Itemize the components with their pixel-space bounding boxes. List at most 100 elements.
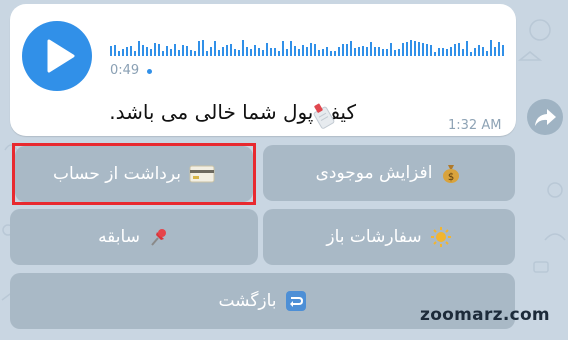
waveform-bar [422, 43, 424, 56]
waveform-bar [242, 40, 244, 56]
waveform-bar [402, 43, 404, 56]
waveform-bar [398, 49, 400, 56]
voice-duration-text: 0:49 [110, 63, 140, 78]
svg-text:$: $ [448, 172, 454, 183]
voice-waveform[interactable] [110, 38, 506, 58]
voice-duration: 0:49 [110, 62, 153, 80]
waveform-bar [286, 49, 288, 56]
waveform-bar [494, 47, 496, 56]
waveform-bar [430, 45, 432, 56]
waveform-bar [298, 49, 300, 56]
back-label: بازگشت [218, 291, 277, 311]
waveform-bar [466, 41, 468, 56]
waveform-bar [442, 48, 444, 56]
pushpin-memo-icon [313, 103, 335, 129]
waveform-bar [230, 44, 232, 56]
waveform-bar [322, 49, 324, 56]
waveform-bar [250, 49, 252, 56]
waveform-bar [326, 47, 328, 56]
waveform-bar [434, 52, 436, 56]
waveform-bar [130, 46, 132, 56]
waveform-bar [386, 49, 388, 56]
waveform-bar [194, 51, 196, 56]
waveform-bar [278, 51, 280, 56]
waveform-bar [178, 50, 180, 56]
waveform-bar [126, 47, 128, 56]
waveform-bar [186, 46, 188, 56]
waveform-bar [438, 48, 440, 56]
voice-play-button[interactable] [22, 21, 92, 91]
waveform-bar [330, 51, 332, 56]
watermark: zoomarz.com [420, 305, 550, 325]
waveform-bar [246, 47, 248, 56]
waveform-bar [294, 46, 296, 56]
waveform-bar [262, 50, 264, 56]
waveform-bar [470, 52, 472, 56]
waveform-bar [170, 49, 172, 56]
return-arrow-icon [285, 290, 307, 312]
waveform-bar [334, 51, 336, 56]
waveform-bar [458, 43, 460, 56]
waveform-bar [338, 47, 340, 56]
waveform-bar [354, 48, 356, 56]
waveform-bar [258, 48, 260, 56]
deposit-button[interactable]: $ افزایش موجودی [263, 145, 515, 201]
waveform-bar [270, 48, 272, 56]
waveform-bar [406, 42, 408, 56]
waveform-bar [234, 49, 236, 56]
waveform-bar [350, 41, 352, 56]
waveform-bar [394, 50, 396, 56]
message-bubble: 0:49 کیف پول شما خالی می باشد. 1:32 AM [10, 4, 516, 136]
waveform-bar [218, 50, 220, 56]
waveform-bar [378, 47, 380, 56]
waveform-bar [486, 51, 488, 56]
waveform-bar [450, 47, 452, 56]
waveform-bar [302, 45, 304, 56]
waveform-bar [454, 44, 456, 56]
waveform-bar [158, 44, 160, 56]
waveform-bar [110, 46, 112, 56]
waveform-bar [382, 49, 384, 56]
message-timestamp: 1:32 AM [448, 118, 502, 133]
pushpin-icon [148, 226, 170, 248]
waveform-bar [374, 47, 376, 56]
waveform-bar [414, 41, 416, 56]
waveform-bar [198, 41, 200, 56]
waveform-bar [410, 40, 412, 56]
waveform-bar [370, 42, 372, 56]
share-button[interactable] [527, 99, 563, 135]
waveform-bar [174, 44, 176, 56]
waveform-bar [446, 49, 448, 56]
history-button[interactable]: سابقه [10, 209, 258, 265]
waveform-bar [318, 50, 320, 56]
waveform-bar [390, 43, 392, 56]
sun-icon [430, 226, 452, 248]
waveform-bar [478, 45, 480, 56]
waveform-bar [226, 45, 228, 56]
share-arrow-icon [535, 109, 556, 126]
waveform-bar [134, 51, 136, 56]
history-label: سابقه [98, 227, 140, 247]
waveform-bar [362, 46, 364, 56]
waveform-bar [122, 49, 124, 56]
open-orders-button[interactable]: سفارشات باز [263, 209, 515, 265]
waveform-bar [306, 47, 308, 56]
waveform-bar [114, 45, 116, 56]
waveform-bar [254, 45, 256, 56]
waveform-bar [474, 48, 476, 56]
waveform-bar [142, 45, 144, 56]
waveform-bar [222, 47, 224, 56]
waveform-bar [342, 44, 344, 56]
waveform-bar [202, 40, 204, 56]
waveform-bar [146, 47, 148, 56]
waveform-bar [210, 47, 212, 56]
waveform-bar [490, 40, 492, 56]
waveform-bar [166, 46, 168, 56]
waveform-bar [190, 50, 192, 56]
waveform-bar [366, 47, 368, 56]
waveform-bar [282, 41, 284, 56]
open-orders-label: سفارشات باز [326, 227, 422, 247]
waveform-bar [162, 51, 164, 56]
waveform-bar [138, 41, 140, 56]
waveform-bar [274, 48, 276, 56]
